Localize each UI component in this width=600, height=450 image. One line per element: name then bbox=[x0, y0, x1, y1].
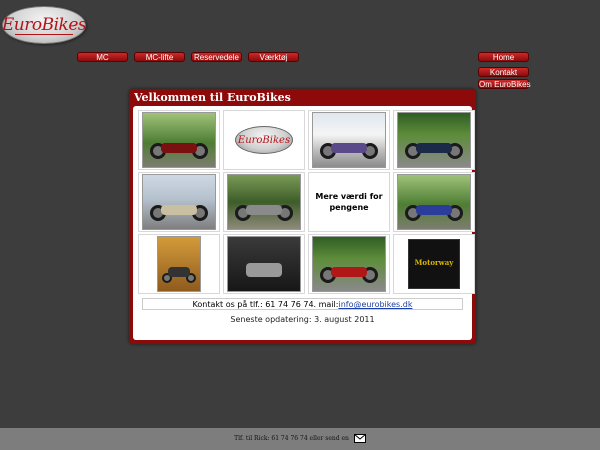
footer-bar: Tlf. til Rick: 61 74 76 74 eller send en bbox=[0, 428, 600, 450]
logo-swoosh bbox=[15, 34, 73, 35]
motorcycle-shape bbox=[320, 264, 378, 284]
grid-cell: Motorway bbox=[393, 234, 475, 294]
panel-content: EuroBikes Mere værdi for pengene Motorwa… bbox=[133, 106, 475, 340]
grid-cell bbox=[393, 110, 475, 170]
motorcycle-shape bbox=[320, 140, 378, 160]
grid-cell bbox=[138, 172, 220, 232]
motorcycle-shape bbox=[405, 202, 463, 222]
panel-title: Velkommen til EuroBikes bbox=[134, 91, 291, 104]
nav-mc-lifte-button[interactable]: MC-lifte bbox=[134, 52, 185, 62]
motorcycle-photo[interactable] bbox=[142, 112, 216, 168]
motorcycle-photo[interactable] bbox=[312, 236, 386, 292]
motorcycle-shape bbox=[150, 202, 208, 222]
site-logo-text: EuroBikes bbox=[1, 15, 87, 35]
engine-shape bbox=[235, 263, 293, 283]
welcome-panel: Velkommen til EuroBikes EuroBikes Mere v… bbox=[129, 89, 476, 344]
motorcycle-shape bbox=[405, 140, 463, 160]
nav-kontakt-button[interactable]: Kontakt bbox=[478, 67, 529, 77]
nav-vaerktoej-button[interactable]: Værktøj bbox=[248, 52, 299, 62]
motorcycle-shape bbox=[162, 264, 196, 284]
motorcycle-shape bbox=[235, 202, 293, 222]
grid-cell bbox=[308, 110, 390, 170]
engine-closeup-photo[interactable] bbox=[227, 236, 301, 292]
grid-cell bbox=[308, 234, 390, 294]
grid-cell bbox=[223, 172, 305, 232]
nav-home-button[interactable]: Home bbox=[478, 52, 529, 62]
contact-info: Kontakt os på tlf.: 61 74 76 74. mail:in… bbox=[142, 298, 463, 310]
motorcycle-photo[interactable] bbox=[227, 174, 301, 230]
contact-text: Kontakt os på tlf.: 61 74 76 74. mail: bbox=[192, 300, 339, 309]
eurobikes-logo-image: EuroBikes bbox=[235, 126, 293, 154]
contact-email-link[interactable]: info@eurobikes.dk bbox=[338, 300, 412, 309]
motorway-badge-image[interactable]: Motorway bbox=[408, 239, 460, 289]
showroom-photo[interactable] bbox=[312, 112, 386, 168]
eurobikes-logo-image-text: EuroBikes bbox=[237, 134, 291, 146]
nav-reservedele-button[interactable]: Reservedele bbox=[191, 52, 242, 62]
grid-cell bbox=[138, 110, 220, 170]
nav-om-eurobikes-button[interactable]: Om EuroBikes bbox=[478, 79, 531, 89]
grid-cell bbox=[223, 234, 305, 294]
motorcycle-shape bbox=[150, 140, 208, 160]
slogan-text: Mere værdi for pengene bbox=[315, 192, 383, 212]
grid-cell bbox=[138, 234, 220, 294]
site-logo[interactable]: EuroBikes bbox=[1, 6, 87, 44]
motorcycle-poster[interactable] bbox=[157, 236, 201, 292]
motorcycle-photo[interactable] bbox=[397, 174, 471, 230]
photo-grid: EuroBikes Mere værdi for pengene Motorwa… bbox=[138, 110, 475, 294]
motorcycle-photo[interactable] bbox=[142, 174, 216, 230]
nav-mc-button[interactable]: MC bbox=[77, 52, 128, 62]
grid-cell: Mere værdi for pengene bbox=[308, 172, 390, 232]
footer-text: Tlf. til Rick: 61 74 76 74 eller send en bbox=[234, 435, 349, 442]
motorcycle-photo[interactable] bbox=[397, 112, 471, 168]
mail-icon[interactable] bbox=[353, 434, 366, 443]
grid-cell bbox=[393, 172, 475, 232]
grid-cell: EuroBikes bbox=[223, 110, 305, 170]
last-updated-text: Seneste opdatering: 3. august 2011 bbox=[230, 315, 375, 324]
badge-text: Motorway bbox=[414, 258, 454, 267]
